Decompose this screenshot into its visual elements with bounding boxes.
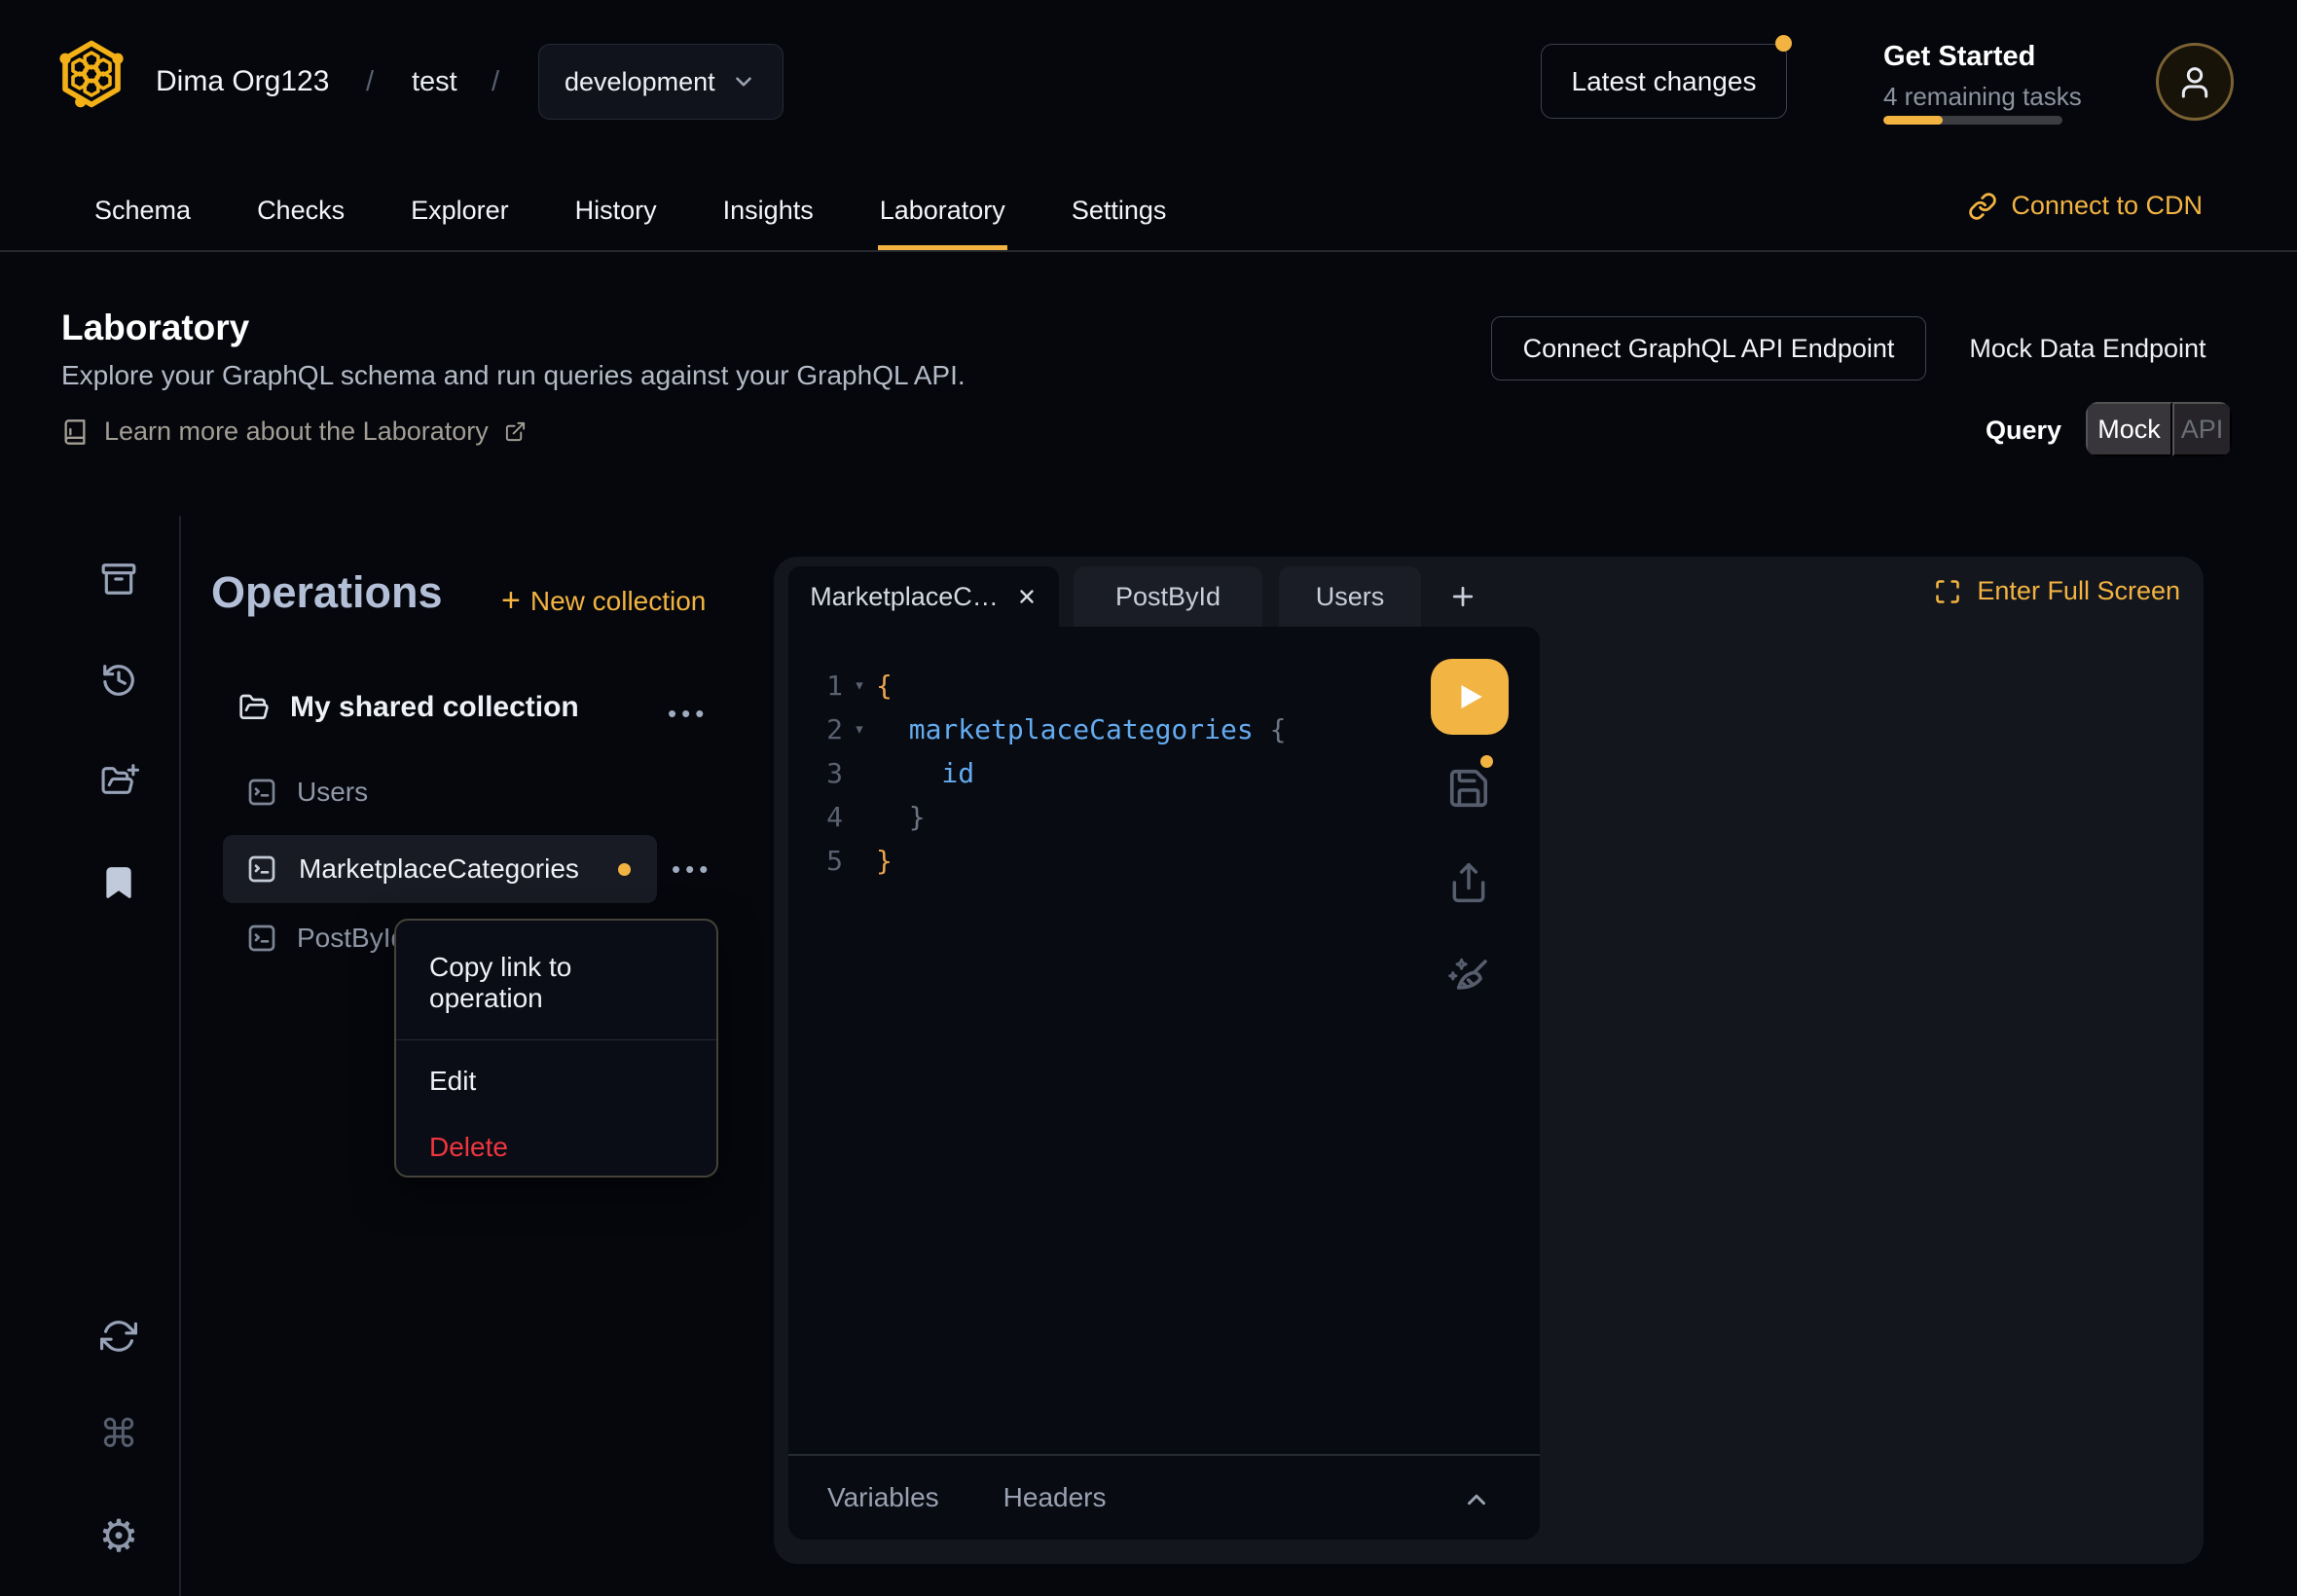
bookmark-icon[interactable] xyxy=(100,864,137,901)
variables-headers-bar: Variables Headers xyxy=(788,1454,1540,1540)
tab-explorer[interactable]: Explorer xyxy=(409,175,511,250)
operation-item-postbyid[interactable]: PostById xyxy=(246,923,406,954)
close-icon[interactable] xyxy=(1016,586,1038,607)
hive-logo-icon[interactable] xyxy=(56,39,127,109)
tab-headers[interactable]: Headers xyxy=(1003,1482,1107,1513)
external-link-icon xyxy=(504,420,527,443)
fold-arrow[interactable]: ▾ xyxy=(843,664,876,707)
plus-icon xyxy=(1448,582,1477,611)
query-code[interactable]: 1▾{ 2▾ marketplaceCategories { 3 id 4 } … xyxy=(804,664,1286,883)
chevron-up-icon xyxy=(1462,1485,1491,1514)
collection-header[interactable]: My shared collection xyxy=(237,691,579,724)
prettify-broom-icon[interactable] xyxy=(1445,955,1492,1001)
operations-title: Operations xyxy=(211,567,443,618)
menu-item-edit[interactable]: Edit xyxy=(396,1048,716,1114)
menu-separator xyxy=(396,1039,716,1040)
tab-variables[interactable]: Variables xyxy=(827,1482,939,1513)
get-started-subtitle: 4 remaining tasks xyxy=(1883,82,2082,112)
tab-checks[interactable]: Checks xyxy=(255,175,346,250)
operation-item-users[interactable]: Users xyxy=(246,777,368,808)
collections-archive-icon[interactable] xyxy=(100,561,137,598)
operation-menu-button[interactable]: ••• xyxy=(672,854,712,885)
operation-terminal-icon xyxy=(246,777,277,808)
tab-laboratory[interactable]: Laboratory xyxy=(878,175,1007,250)
toggle-option-api[interactable]: API xyxy=(2172,402,2232,456)
command-palette-icon[interactable]: ⌘ xyxy=(97,1413,140,1456)
chevron-down-icon xyxy=(731,69,756,94)
editor-tab-postbyid[interactable]: PostById xyxy=(1074,566,1262,627)
add-tab-button[interactable] xyxy=(1439,572,1487,621)
play-icon xyxy=(1453,680,1486,713)
tab-insights[interactable]: Insights xyxy=(721,175,816,250)
operation-terminal-icon xyxy=(246,923,277,954)
environment-select-value: development xyxy=(565,67,715,97)
learn-more-link[interactable]: Learn more about the Laboratory xyxy=(61,417,527,447)
menu-item-copy-link[interactable]: Copy link to operation xyxy=(396,934,716,1032)
breadcrumb-org[interactable]: Dima Org123 xyxy=(156,65,329,98)
breadcrumb-project[interactable]: test xyxy=(412,66,457,98)
notification-dot xyxy=(1775,35,1792,52)
query-toggle-label: Query xyxy=(1986,416,2061,446)
tab-settings[interactable]: Settings xyxy=(1070,175,1169,250)
editor-tab-users[interactable]: Users xyxy=(1279,566,1421,627)
code-line: 4 } xyxy=(804,795,1286,839)
operation-item-marketplacecategories[interactable]: MarketplaceCategories xyxy=(223,835,657,903)
link-icon xyxy=(1968,192,1997,221)
user-icon xyxy=(2175,62,2214,101)
menu-item-delete[interactable]: Delete xyxy=(396,1114,716,1180)
new-folder-icon[interactable] xyxy=(100,762,137,799)
enter-fullscreen-button[interactable]: Enter Full Screen xyxy=(1934,576,2180,606)
share-operation-button[interactable] xyxy=(1447,861,1490,904)
mock-data-endpoint-button[interactable]: Mock Data Endpoint xyxy=(1964,316,2211,381)
code-line: 2▾ marketplaceCategories { xyxy=(804,707,1286,751)
get-started-title[interactable]: Get Started xyxy=(1883,41,2035,73)
folder-open-icon xyxy=(237,692,271,723)
code-line: 1▾{ xyxy=(804,664,1286,707)
fold-arrow[interactable]: ▾ xyxy=(843,707,876,751)
toggle-option-mock[interactable]: Mock xyxy=(2086,402,2172,456)
unsaved-changes-dot xyxy=(618,863,631,876)
collapse-panel-button[interactable] xyxy=(1462,1485,1491,1514)
new-collection-button[interactable]: + New collection xyxy=(501,582,706,620)
connect-to-cdn-link[interactable]: Connect to CDN xyxy=(1968,191,2203,221)
operation-terminal-icon xyxy=(246,853,277,885)
connect-graphql-endpoint-button[interactable]: Connect GraphQL API Endpoint xyxy=(1491,316,1926,381)
editor-tab-marketplacecategories[interactable]: MarketplaceC… xyxy=(788,566,1059,627)
code-line: 3 id xyxy=(804,751,1286,795)
save-operation-button[interactable] xyxy=(1446,766,1491,811)
code-line: 5} xyxy=(804,839,1286,883)
breadcrumb-separator: / xyxy=(492,66,499,98)
page-description: Explore your GraphQL schema and run quer… xyxy=(61,360,966,391)
collection-menu-button[interactable]: ••• xyxy=(668,699,709,729)
get-started-progressbar xyxy=(1883,116,2062,125)
settings-gear-icon[interactable]: ⚙ xyxy=(97,1514,140,1557)
refresh-icon[interactable] xyxy=(100,1318,137,1355)
run-query-button[interactable] xyxy=(1431,659,1509,735)
book-icon xyxy=(61,418,89,446)
user-avatar[interactable] xyxy=(2156,43,2234,121)
maximize-icon xyxy=(1934,578,1961,605)
sidebar-divider xyxy=(179,516,181,1596)
main-nav: Schema Checks Explorer History Insights … xyxy=(0,175,2297,252)
environment-select[interactable]: development xyxy=(538,44,784,120)
collection-name: My shared collection xyxy=(290,691,579,724)
breadcrumb-separator: / xyxy=(366,66,374,98)
history-icon[interactable] xyxy=(100,662,137,699)
unsaved-changes-dot xyxy=(1480,755,1493,768)
query-mode-toggle: Mock API xyxy=(2086,402,2232,456)
plus-icon: + xyxy=(501,582,521,620)
page-title: Laboratory xyxy=(61,308,249,348)
context-menu: Copy link to operation Edit Delete xyxy=(394,919,718,1178)
tab-history[interactable]: History xyxy=(573,175,659,250)
tab-schema[interactable]: Schema xyxy=(92,175,193,250)
latest-changes-button[interactable]: Latest changes xyxy=(1541,44,1787,119)
